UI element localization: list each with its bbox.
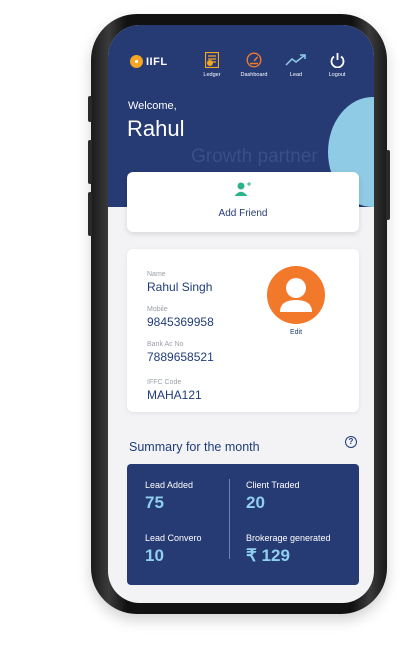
volume-up-button xyxy=(88,140,92,184)
trend-up-icon xyxy=(285,51,307,69)
power-side-button xyxy=(386,150,390,220)
nav-ledger-label: Ledger xyxy=(203,72,221,78)
welcome-text: Welcome, xyxy=(128,100,177,112)
mobile-field: Mobile 9845369958 xyxy=(147,306,214,329)
tagline-watermark: Growth partner xyxy=(191,146,318,167)
stat-lead-added-value: 75 xyxy=(145,493,164,512)
name-label: Name xyxy=(147,271,166,278)
stat-lead-converted: Lead Convero 10 xyxy=(145,533,202,566)
logo-text: IIFL xyxy=(146,55,168,68)
nav-ledger[interactable]: Ledger xyxy=(190,51,234,78)
stat-brokerage: Brokerage generated ₹ 129 xyxy=(246,533,331,566)
add-person-icon xyxy=(234,181,252,202)
stat-lead-added: Lead Added 75 xyxy=(145,480,193,513)
summary-divider xyxy=(229,479,230,559)
nav-logout-label: Logout xyxy=(328,72,346,78)
stat-lead-added-label: Lead Added xyxy=(145,480,194,490)
stat-brokerage-value: ₹ 129 xyxy=(246,546,290,565)
name-value: Rahul Singh xyxy=(147,280,213,294)
ifsc-label: IFFC Code xyxy=(147,379,182,386)
add-friend-label: Add Friend xyxy=(218,208,268,219)
ifsc-value: MAHA121 xyxy=(147,388,202,402)
stat-client-traded-value: 20 xyxy=(246,493,265,512)
bank-account-label: Bank Ac No xyxy=(147,341,184,348)
summary-title: Summary for the month xyxy=(129,440,260,454)
nav-lead-label: Lead xyxy=(289,72,303,78)
nav-lead[interactable]: Lead xyxy=(274,51,318,78)
ifsc-field: IFFC Code MAHA121 xyxy=(147,379,202,402)
stat-client-traded-label: Client Traded xyxy=(246,480,300,490)
mute-switch xyxy=(88,96,92,122)
stat-client-traded: Client Traded 20 xyxy=(246,480,300,513)
mobile-label: Mobile xyxy=(147,306,168,313)
logo-mark-icon xyxy=(130,55,143,68)
stat-brokerage-label: Brokerage generated xyxy=(246,533,331,543)
nav-dashboard-label: Dashboard xyxy=(240,72,268,78)
avatar[interactable] xyxy=(267,266,325,324)
dashboard-gauge-icon xyxy=(246,51,262,69)
bank-account-value: 7889658521 xyxy=(147,350,214,364)
nav-logout[interactable]: Logout xyxy=(315,51,359,78)
user-name: Rahul xyxy=(127,116,185,141)
add-friend-button[interactable]: Add Friend xyxy=(127,172,359,232)
profile-card: Name Rahul Singh Mobile 9845369958 Bank … xyxy=(127,249,359,412)
stat-lead-converted-label: Lead Convero xyxy=(145,533,202,543)
mobile-value: 9845369958 xyxy=(147,315,214,329)
help-icon[interactable]: ? xyxy=(345,436,357,448)
edit-profile-link[interactable]: Edit xyxy=(267,329,325,336)
power-icon xyxy=(330,51,345,69)
user-silhouette-icon xyxy=(280,278,312,312)
nav-dashboard[interactable]: Dashboard xyxy=(232,51,276,78)
name-field: Name Rahul Singh xyxy=(147,271,212,294)
app-screen: IIFL Ledger Dashboard Lead Logout Welcom… xyxy=(108,25,374,603)
summary-card: Lead Added 75 Client Traded 20 Lead Conv… xyxy=(127,464,359,585)
ledger-icon xyxy=(205,51,219,69)
volume-down-button xyxy=(88,192,92,236)
brand-logo: IIFL xyxy=(130,55,168,68)
bank-account-field: Bank Ac No 7889658521 xyxy=(147,341,214,364)
stat-lead-converted-value: 10 xyxy=(145,546,164,565)
